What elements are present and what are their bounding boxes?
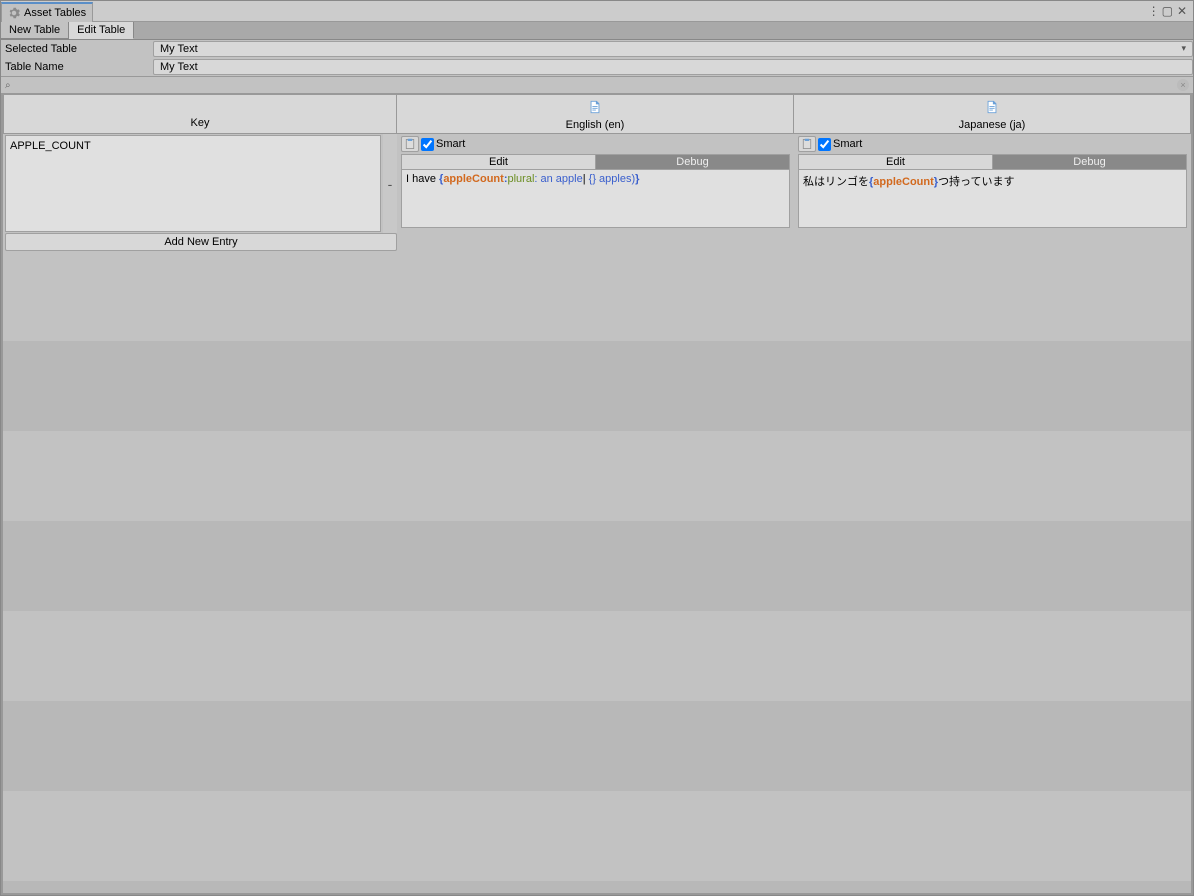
smart-label: Smart bbox=[833, 138, 862, 150]
window-tab[interactable]: Asset Tables bbox=[1, 2, 93, 22]
table-row: APPLE_COUNT - Smart Edit Debug I have {a… bbox=[3, 134, 1191, 233]
english-cell: Smart Edit Debug I have {appleCount:plur… bbox=[397, 134, 794, 233]
table-name-input[interactable] bbox=[153, 59, 1193, 75]
column-headers: Key English (en) Japanese (ja) bbox=[3, 94, 1191, 134]
paste-icon[interactable] bbox=[401, 136, 419, 152]
add-entry-row: Add New Entry bbox=[3, 233, 1191, 251]
edit-tab-ja[interactable]: Edit bbox=[798, 154, 993, 170]
page-icon bbox=[588, 100, 602, 114]
search-input[interactable] bbox=[15, 79, 1177, 91]
smart-checkbox-en[interactable] bbox=[421, 138, 434, 151]
window-title: Asset Tables bbox=[24, 7, 86, 19]
titlebar: Asset Tables ⋮ ▢ ✕ bbox=[1, 1, 1193, 22]
table-name-row: Table Name bbox=[1, 58, 1193, 76]
empty-rows bbox=[3, 251, 1191, 893]
japanese-cell: Smart Edit Debug 私はリンゴを{appleCount}つ持ってい… bbox=[794, 134, 1191, 233]
add-new-entry-button[interactable]: Add New Entry bbox=[5, 233, 397, 251]
debug-tab-ja[interactable]: Debug bbox=[993, 154, 1187, 170]
smart-checkbox-ja[interactable] bbox=[818, 138, 831, 151]
gear-icon bbox=[8, 7, 20, 19]
collapse-toggle[interactable]: - bbox=[383, 134, 397, 233]
japanese-column-header[interactable]: Japanese (ja) bbox=[794, 94, 1191, 134]
tab-edit-table[interactable]: Edit Table bbox=[69, 22, 134, 39]
maximize-icon[interactable]: ▢ bbox=[1162, 4, 1173, 18]
selected-table-row: Selected Table My Text bbox=[1, 40, 1193, 58]
smart-label: Smart bbox=[436, 138, 465, 150]
entry-text-ja[interactable]: 私はリンゴを{appleCount}つ持っています bbox=[798, 170, 1187, 228]
paste-icon[interactable] bbox=[798, 136, 816, 152]
key-cell[interactable]: APPLE_COUNT bbox=[5, 135, 381, 232]
table-name-label: Table Name bbox=[1, 61, 153, 73]
table-grid: Key English (en) Japanese (ja) APPLE_COU… bbox=[1, 94, 1193, 895]
close-icon[interactable]: ✕ bbox=[1177, 4, 1187, 18]
main-tabs: New Table Edit Table bbox=[1, 22, 1193, 40]
debug-tab-en[interactable]: Debug bbox=[596, 154, 790, 170]
clear-search-icon[interactable]: × bbox=[1177, 79, 1189, 91]
page-icon bbox=[985, 100, 999, 114]
search-row: ⌕ × bbox=[1, 76, 1193, 94]
english-column-header[interactable]: English (en) bbox=[397, 94, 794, 134]
asset-tables-window: Asset Tables ⋮ ▢ ✕ New Table Edit Table … bbox=[0, 0, 1194, 896]
selected-table-label: Selected Table bbox=[1, 43, 153, 55]
selected-table-dropdown[interactable]: My Text bbox=[153, 41, 1193, 57]
key-column-header[interactable]: Key bbox=[3, 94, 397, 134]
search-icon: ⌕ bbox=[5, 80, 11, 91]
edit-tab-en[interactable]: Edit bbox=[401, 154, 596, 170]
menu-icon[interactable]: ⋮ bbox=[1148, 4, 1158, 18]
window-controls: ⋮ ▢ ✕ bbox=[1148, 4, 1193, 18]
entry-text-en[interactable]: I have {appleCount:plural: an apple| {} … bbox=[401, 170, 790, 228]
tab-new-table[interactable]: New Table bbox=[1, 22, 69, 39]
